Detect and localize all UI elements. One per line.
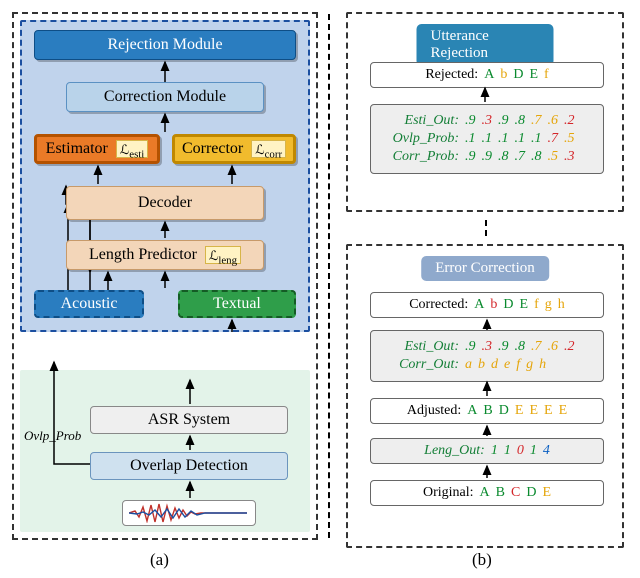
correction-module: Correction Module [66,82,264,112]
textual-input: Textual [178,290,296,318]
asr-system: ASR System [90,406,288,434]
ovlp-prob-label: Ovlp_Prob [24,428,81,444]
acoustic-input: Acoustic [34,290,144,318]
panel-divider [328,14,330,538]
waveform-icon [122,500,256,526]
decoder-block: Decoder [66,186,264,220]
rejection-module: Rejection Module [34,30,296,60]
corrector-block: Corrector ℒcorr [172,134,296,164]
panel-b: Utterance Rejection Rejected:AbDEf Esti_… [346,12,626,540]
length-predictor-block: Length Predictor ℒleng [66,240,264,270]
estimator-block: Estimator ℒesti [34,134,160,164]
panel-b-divider [485,220,487,236]
caption-b: (b) [472,550,492,570]
overlap-detection: Overlap Detection [90,452,288,480]
caption-a: (a) [150,550,169,570]
panel-a: Rejection Module Correction Module Estim… [12,12,318,540]
arrows-ec [348,246,626,550]
error-correction-card: Error Correction Corrected:AbDEfgh Esti_… [346,244,624,548]
arrows-ur [346,12,624,212]
